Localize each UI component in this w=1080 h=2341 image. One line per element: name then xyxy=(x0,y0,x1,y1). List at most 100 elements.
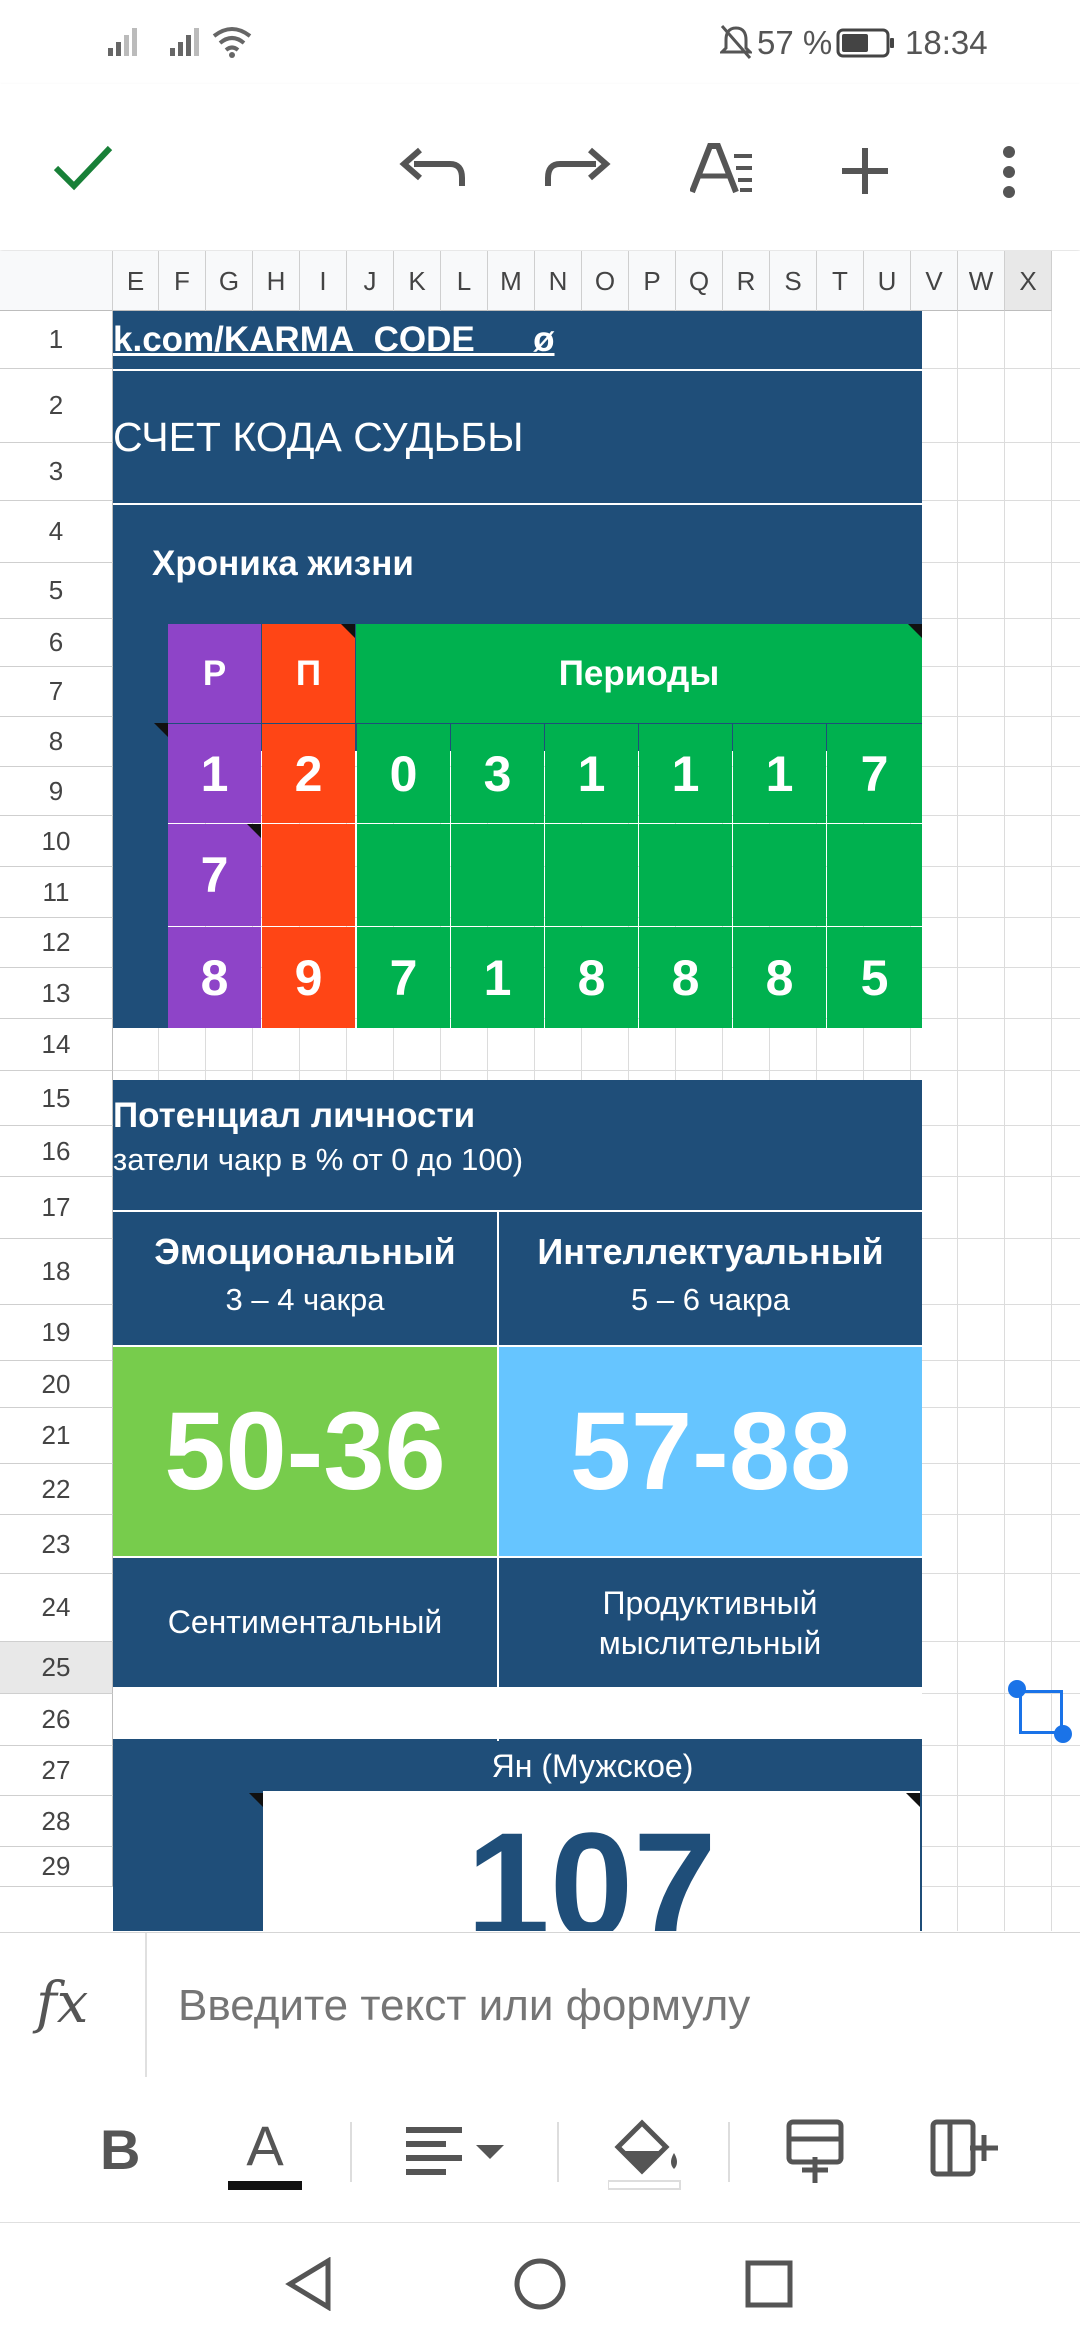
formula-input[interactable] xyxy=(176,1969,1040,2043)
row-header[interactable]: 25 xyxy=(0,1642,113,1694)
bold-icon[interactable]: B xyxy=(100,2117,140,2182)
recents-icon[interactable] xyxy=(744,2259,794,2309)
header-p[interactable]: П xyxy=(262,624,355,723)
period-cell[interactable]: 1 xyxy=(545,724,638,823)
redo-icon[interactable] xyxy=(544,146,612,190)
selection-handle-end[interactable] xyxy=(1054,1725,1072,1743)
link-cell[interactable]: k.com/KARMA_CODE___ø xyxy=(113,311,713,369)
column-header[interactable]: K xyxy=(394,251,441,311)
row-header[interactable]: 8 xyxy=(0,717,113,767)
potential-subtitle[interactable]: затели чакр в % от 0 до 100) xyxy=(113,1139,813,1181)
row-header[interactable]: 12 xyxy=(0,918,113,968)
column-header[interactable]: S xyxy=(770,251,817,311)
row-header[interactable]: 19 xyxy=(0,1305,113,1361)
row-header[interactable]: 6 xyxy=(0,619,113,667)
period-cell[interactable] xyxy=(733,824,826,926)
period-cell[interactable] xyxy=(827,824,922,926)
row-header[interactable]: 7 xyxy=(0,667,113,717)
row-header[interactable]: 3 xyxy=(0,443,113,501)
row-header[interactable]: 29 xyxy=(0,1847,113,1887)
fill-color-icon[interactable] xyxy=(608,2117,688,2191)
row-header[interactable]: 13 xyxy=(0,968,113,1019)
p-value-2[interactable] xyxy=(262,824,355,926)
insert-column-icon[interactable] xyxy=(930,2119,1000,2179)
row-header[interactable]: 1 xyxy=(0,311,113,369)
period-cell[interactable]: 1 xyxy=(639,724,732,823)
column-header[interactable]: R xyxy=(723,251,770,311)
column-header[interactable]: W xyxy=(958,251,1005,311)
column-header[interactable]: I xyxy=(300,251,347,311)
period-cell[interactable]: 0 xyxy=(357,724,450,823)
text-color-icon[interactable]: A xyxy=(228,2113,302,2193)
column-header[interactable]: E xyxy=(113,251,159,311)
column-header[interactable]: P xyxy=(629,251,676,311)
period-cell[interactable] xyxy=(639,824,732,926)
spreadsheet-grid[interactable]: EFGHIJKLMNOPQRSTUVWX 1 2 3 4 5 6 7 8 9 10 11 12 13 14… xyxy=(0,251,1080,1931)
period-cell[interactable] xyxy=(451,824,544,926)
period-cell[interactable]: 7 xyxy=(357,927,450,1028)
column-header[interactable]: F xyxy=(159,251,206,311)
period-cell[interactable]: 3 xyxy=(451,724,544,823)
back-icon[interactable] xyxy=(284,2257,334,2311)
row-header[interactable]: 18 xyxy=(0,1239,113,1305)
insert-row-icon[interactable] xyxy=(786,2119,846,2185)
r-value-1[interactable]: 1 xyxy=(168,724,261,823)
column-header[interactable]: V xyxy=(911,251,958,311)
more-vert-icon[interactable] xyxy=(996,144,1022,200)
row-header[interactable]: 20 xyxy=(0,1361,113,1408)
row-header[interactable]: 21 xyxy=(0,1408,113,1464)
row-header[interactable]: 4 xyxy=(0,501,113,563)
p-value-3[interactable]: 9 xyxy=(262,927,355,1028)
row-header[interactable]: 9 xyxy=(0,767,113,816)
r-value-3[interactable]: 8 xyxy=(168,927,261,1028)
title-cell[interactable]: СЧЕТ КОДА СУДЬБЫ xyxy=(113,371,813,503)
column-header[interactable]: G xyxy=(206,251,253,311)
row-header[interactable]: 22 xyxy=(0,1464,113,1515)
emotional-type[interactable]: Сентиментальный xyxy=(113,1558,497,1687)
corner-cell[interactable] xyxy=(0,251,113,311)
period-cell[interactable]: 8 xyxy=(639,927,732,1028)
row-header[interactable]: 28 xyxy=(0,1796,113,1847)
row-header[interactable]: 16 xyxy=(0,1126,113,1177)
column-header[interactable]: T xyxy=(817,251,864,311)
row-header[interactable]: 5 xyxy=(0,563,113,619)
row-header[interactable]: 23 xyxy=(0,1515,113,1574)
r-value-2[interactable]: 7 xyxy=(168,824,261,926)
intellectual-subtitle[interactable]: 5 – 6 чакра xyxy=(499,1277,922,1323)
row-header[interactable]: 15 xyxy=(0,1071,113,1126)
yan-label[interactable]: Ян (Мужское) xyxy=(263,1741,922,1791)
row-header[interactable]: 11 xyxy=(0,867,113,918)
intellectual-type[interactable]: Продуктивный мыслительный xyxy=(550,1558,870,1687)
row-header[interactable]: 17 xyxy=(0,1177,113,1239)
column-header[interactable]: M xyxy=(488,251,535,311)
row-header[interactable]: 26 xyxy=(0,1694,113,1746)
column-header[interactable]: L xyxy=(441,251,488,311)
period-cell[interactable]: 8 xyxy=(733,927,826,1028)
selection-handle-start[interactable] xyxy=(1008,1680,1026,1698)
chronicle-cell[interactable]: Хроника жизни xyxy=(152,505,652,623)
period-cell[interactable]: 5 xyxy=(827,927,922,1028)
intellectual-title[interactable]: Интеллектуальный xyxy=(499,1227,922,1277)
row-header[interactable]: 2 xyxy=(0,369,113,443)
column-header[interactable]: U xyxy=(864,251,911,311)
undo-icon[interactable] xyxy=(398,146,466,190)
p-value-1[interactable]: 2 xyxy=(262,724,355,823)
text-format-icon[interactable] xyxy=(690,142,754,196)
periods-header[interactable]: Периоды xyxy=(356,624,922,723)
yan-value[interactable]: 107 xyxy=(263,1799,920,1931)
column-header[interactable]: J xyxy=(347,251,394,311)
intellectual-value[interactable]: 57-88 xyxy=(499,1347,922,1556)
emotional-value[interactable]: 50-36 xyxy=(113,1347,497,1556)
home-icon[interactable] xyxy=(513,2257,567,2311)
potential-title[interactable]: Потенциал личности xyxy=(113,1093,813,1139)
period-cell[interactable] xyxy=(357,824,450,926)
row-header[interactable]: 27 xyxy=(0,1746,113,1796)
emotional-subtitle[interactable]: 3 – 4 чакра xyxy=(113,1277,497,1323)
period-cell[interactable] xyxy=(545,824,638,926)
row-header[interactable]: 14 xyxy=(0,1019,113,1071)
column-header[interactable]: N xyxy=(535,251,582,311)
column-header[interactable]: H xyxy=(253,251,300,311)
row-header[interactable]: 10 xyxy=(0,816,113,867)
period-cell[interactable]: 1 xyxy=(733,724,826,823)
column-header[interactable]: X xyxy=(1005,251,1052,311)
